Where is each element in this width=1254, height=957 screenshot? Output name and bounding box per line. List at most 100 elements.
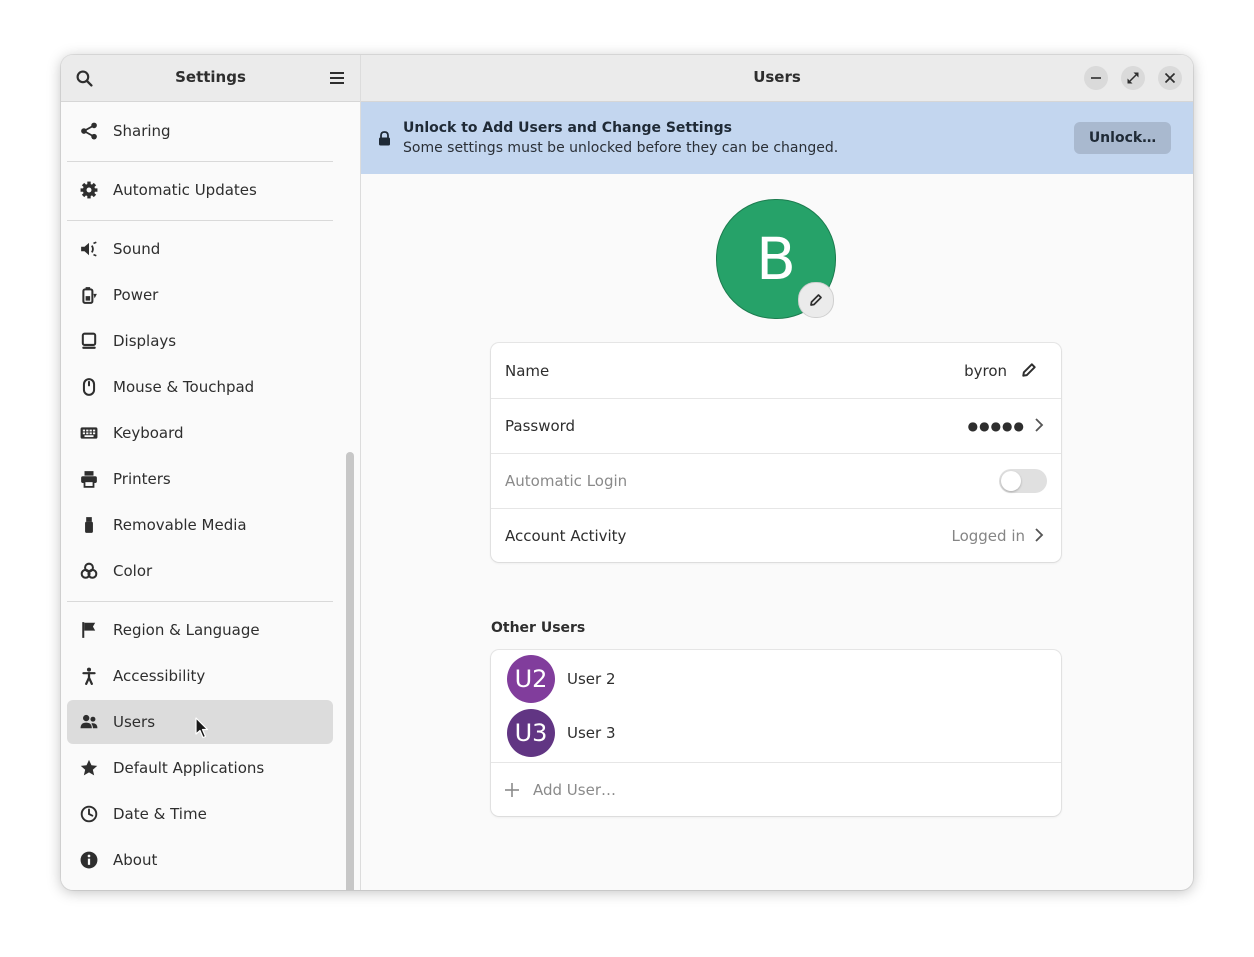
sidebar-item-keyboard[interactable]: Keyboard	[67, 411, 333, 455]
sidebar-divider	[67, 601, 333, 602]
sidebar-item-label: Date & Time	[113, 805, 207, 823]
user-name: User 2	[567, 670, 616, 688]
sidebar-item-label: About	[113, 851, 158, 869]
automatic-login-label: Automatic Login	[505, 471, 628, 490]
flag-icon	[80, 621, 98, 639]
pencil-icon	[1022, 363, 1036, 377]
sidebar-item-removable-media[interactable]: Removable Media	[67, 503, 333, 547]
name-row: Name byron	[491, 343, 1061, 399]
main-menu-button[interactable]	[322, 63, 352, 93]
account-activity-value: Logged in	[951, 526, 1025, 545]
accessibility-icon	[80, 667, 98, 685]
lock-icon	[379, 131, 390, 146]
other-users-title: Other Users	[491, 620, 586, 636]
monitor-icon	[80, 332, 98, 350]
account-activity-label: Account Activity	[505, 526, 627, 545]
share-icon	[80, 122, 98, 140]
maximize-button[interactable]	[1121, 66, 1145, 90]
sidebar-item-label: Automatic Updates	[113, 181, 257, 199]
sidebar-item-displays[interactable]: Displays	[67, 319, 333, 363]
automatic-login-row: Automatic Login	[491, 453, 1061, 509]
gear-icon	[80, 181, 98, 199]
avatar: U2	[507, 655, 555, 703]
sidebar-item-label: Users	[113, 713, 156, 731]
name-label: Name	[505, 361, 550, 380]
sidebar-item-label: Keyboard	[113, 424, 184, 442]
mouse-cursor-icon	[195, 717, 209, 739]
sidebar-item-label: Mouse & Touchpad	[113, 378, 255, 396]
close-button[interactable]	[1158, 66, 1182, 90]
infobar-subtitle: Some settings must be unlocked before th…	[403, 140, 839, 156]
sidebar-item-date-time[interactable]: Date & Time	[67, 792, 333, 836]
avatar: U3	[507, 709, 555, 757]
sidebar-item-label: Power	[113, 286, 159, 304]
settings-window: Settings Sharing Automatic Updates Sound…	[61, 55, 1193, 890]
printer-icon	[80, 470, 98, 488]
sidebar-item-label: Sound	[113, 240, 161, 258]
edit-avatar-button[interactable]	[798, 282, 834, 318]
sidebar-item-power[interactable]: Power	[67, 273, 333, 317]
sidebar-list: Sharing Automatic Updates Sound Power Di…	[61, 102, 360, 890]
user-name: User 3	[567, 724, 616, 742]
star-icon	[80, 759, 98, 777]
sidebar-item-label: Displays	[113, 332, 177, 350]
toggle-knob	[1001, 471, 1021, 491]
info-icon	[80, 851, 98, 869]
minimize-icon	[1091, 77, 1101, 79]
sidebar-header: Settings	[61, 55, 360, 102]
sidebar-item-automatic-updates[interactable]: Automatic Updates	[67, 168, 333, 212]
other-users-card: U2 User 2 U3 User 3 Add User…	[491, 650, 1061, 816]
chevron-right-icon	[1035, 528, 1044, 542]
account-activity-row[interactable]: Account Activity Logged in	[491, 508, 1061, 563]
sidebar-divider	[67, 220, 333, 221]
account-details-card: Name byron Password ●●●●● Automatic Logi…	[491, 343, 1061, 562]
sidebar-item-label: Region & Language	[113, 621, 260, 639]
sidebar-item-label: Removable Media	[113, 516, 247, 534]
add-user-button[interactable]: Add User…	[491, 762, 1061, 817]
close-icon	[1165, 73, 1175, 83]
sidebar-item-sharing[interactable]: Sharing	[67, 109, 333, 153]
sidebar-title: Settings	[175, 68, 246, 86]
automatic-login-toggle[interactable]	[999, 469, 1047, 493]
usb-icon	[80, 516, 98, 534]
maximize-icon	[1127, 72, 1139, 84]
minimize-button[interactable]	[1084, 66, 1108, 90]
list-item[interactable]: U3 User 3	[491, 706, 1061, 760]
unlock-button[interactable]: Unlock…	[1074, 122, 1171, 154]
clock-icon	[80, 805, 98, 823]
sidebar-item-label: Default Applications	[113, 759, 265, 777]
sidebar-item-label: Color	[113, 562, 153, 580]
sidebar-item-label: Sharing	[113, 122, 171, 140]
sidebar-scrollbar[interactable]	[346, 452, 354, 890]
sidebar: Settings Sharing Automatic Updates Sound…	[61, 55, 361, 890]
hamburger-menu-icon	[330, 72, 344, 84]
list-item[interactable]: U2 User 2	[491, 652, 1061, 706]
sidebar-item-label: Accessibility	[113, 667, 206, 685]
edit-name-button[interactable]	[1021, 362, 1037, 382]
sidebar-item-about[interactable]: About	[67, 838, 333, 882]
pencil-icon	[810, 294, 822, 306]
infobar-title: Unlock to Add Users and Change Settings	[403, 120, 732, 136]
sidebar-item-sound[interactable]: Sound	[67, 227, 333, 271]
color-icon	[80, 562, 98, 580]
chevron-right-icon	[1035, 418, 1044, 432]
password-row[interactable]: Password ●●●●●	[491, 398, 1061, 454]
sidebar-item-region-language[interactable]: Region & Language	[67, 608, 333, 652]
keyboard-icon	[80, 424, 98, 442]
sidebar-item-accessibility[interactable]: Accessibility	[67, 654, 333, 698]
main-header: Users	[361, 55, 1193, 102]
sidebar-divider	[67, 161, 333, 162]
plus-icon	[505, 783, 519, 797]
sidebar-item-printers[interactable]: Printers	[67, 457, 333, 501]
password-value: ●●●●●	[967, 418, 1025, 433]
unlock-infobar: Unlock to Add Users and Change Settings …	[361, 102, 1193, 174]
sidebar-item-label: Printers	[113, 470, 171, 488]
name-value: byron	[964, 361, 1007, 380]
add-user-label: Add User…	[533, 781, 616, 799]
sidebar-item-default-applications[interactable]: Default Applications	[67, 746, 333, 790]
speaker-icon	[80, 240, 98, 258]
sidebar-item-mouse-touchpad[interactable]: Mouse & Touchpad	[67, 365, 333, 409]
mouse-icon	[80, 378, 98, 396]
password-label: Password	[505, 416, 576, 435]
sidebar-item-color[interactable]: Color	[67, 549, 333, 593]
